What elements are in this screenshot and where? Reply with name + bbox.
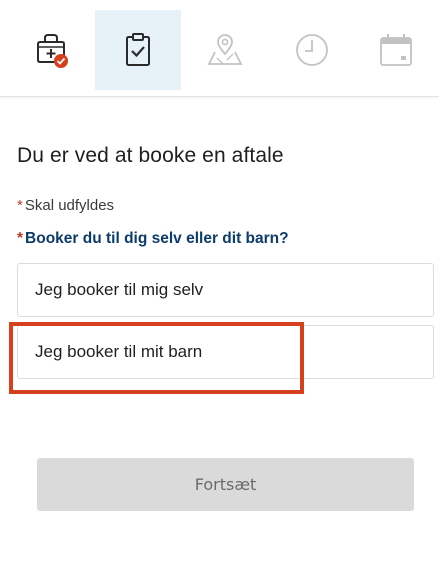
page-title: Du er ved at booke en aftale [17,144,284,167]
option-label: Jeg booker til mit barn [35,342,203,361]
medical-bag-icon [31,30,71,70]
step-date[interactable] [353,10,439,90]
required-note-text: Skal udfyldes [24,197,115,214]
step-clipboard[interactable] [95,10,181,90]
calendar-icon [376,30,416,70]
step-time[interactable] [269,10,355,90]
clock-icon [292,30,332,70]
booking-question-text: Booker du til dig selv eller dit barn? [25,230,289,247]
option-label: Jeg booker til mig selv [35,280,204,299]
option-book-for-child[interactable]: Jeg booker til mit barn [17,325,434,379]
required-asterisk: * [17,197,23,214]
option-book-for-self[interactable]: Jeg booker til mig selv [17,263,434,317]
booking-step-bar [0,0,439,97]
required-asterisk: * [17,230,24,247]
map-location-icon [205,30,245,70]
clipboard-check-icon [118,30,158,70]
required-note: * Skal udfyldes [17,197,114,214]
step-location[interactable] [182,10,268,90]
booking-question-label: * Booker du til dig selv eller dit barn? [17,230,289,248]
continue-button[interactable]: Fortsæt [37,458,414,511]
step-medical[interactable] [8,10,94,90]
